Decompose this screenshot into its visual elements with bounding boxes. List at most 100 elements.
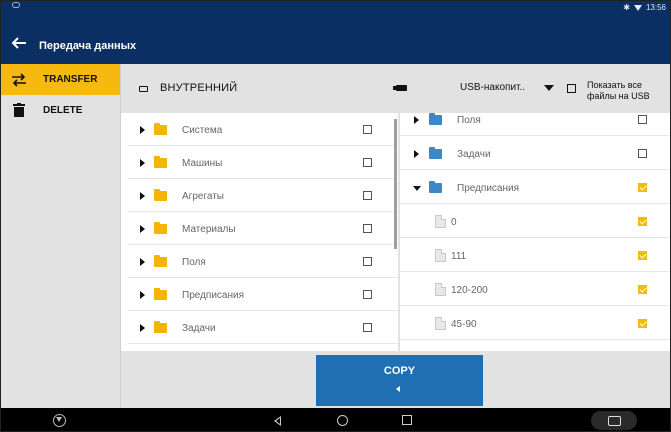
- usb-icon: [393, 85, 407, 91]
- folder-icon: [154, 255, 167, 267]
- usb-file-list[interactable]: Поля Задачи Предписания 0 111 120-200 45…: [400, 113, 669, 351]
- file-label: 0: [451, 217, 457, 228]
- folder-icon: [154, 222, 167, 234]
- back-arrow-icon[interactable]: [10, 35, 28, 51]
- show-all-checkbox[interactable]: [567, 84, 576, 93]
- row-checkbox[interactable]: [363, 323, 372, 332]
- dropdown-caret-icon[interactable]: [544, 85, 554, 91]
- row-checkbox[interactable]: [363, 125, 372, 134]
- expand-arrow-icon[interactable]: [140, 126, 145, 134]
- sidebar: TRANSFER DELETE: [1, 64, 121, 408]
- folder-icon: [429, 181, 442, 193]
- list-item[interactable]: Задачи: [400, 137, 669, 170]
- status-bar: ✱ 13:56: [1, 1, 670, 31]
- list-item[interactable]: Предписания: [400, 171, 669, 204]
- trash-icon: [10, 103, 28, 117]
- nav-back-icon[interactable]: [274, 416, 281, 426]
- list-item[interactable]: Задачи: [128, 311, 398, 344]
- row-checkbox[interactable]: [363, 191, 372, 200]
- expand-arrow-icon[interactable]: [140, 192, 145, 200]
- list-item[interactable]: Предписания: [128, 278, 398, 311]
- row-checkbox[interactable]: [638, 183, 647, 192]
- folder-icon: [154, 288, 167, 300]
- copy-direction-icon: [396, 386, 400, 392]
- folder-label: Агрегаты: [182, 191, 224, 202]
- folder-label: Система: [182, 125, 223, 136]
- scrollbar[interactable]: [394, 119, 397, 249]
- status-indicators: ✱ 13:56: [623, 3, 666, 12]
- list-item[interactable]: Поля: [400, 113, 669, 136]
- sidebar-item-transfer[interactable]: TRANSFER: [1, 64, 120, 95]
- row-checkbox[interactable]: [363, 224, 372, 233]
- list-item[interactable]: Машины: [128, 146, 398, 179]
- row-checkbox[interactable]: [363, 158, 372, 167]
- brand-logo-icon[interactable]: [53, 414, 66, 427]
- copy-button-label: COPY: [383, 365, 416, 377]
- folder-icon: [154, 189, 167, 201]
- folder-label: Поля: [457, 115, 481, 126]
- list-item[interactable]: 111: [400, 239, 669, 272]
- row-checkbox[interactable]: [638, 115, 647, 124]
- file-label: 45-90: [451, 319, 477, 330]
- expand-arrow-icon[interactable]: [140, 225, 145, 233]
- folder-icon: [429, 147, 442, 159]
- folder-label: Предписания: [457, 183, 520, 194]
- file-label: 120-200: [451, 285, 488, 296]
- nav-recent-apps-icon[interactable]: [402, 415, 412, 425]
- internal-storage-icon: [139, 86, 148, 92]
- expand-arrow-icon[interactable]: [140, 258, 145, 266]
- notification-icon: [12, 2, 20, 8]
- folder-icon: [154, 156, 167, 168]
- file-icon: [435, 249, 446, 262]
- usb-select[interactable]: USB-накопит..: [460, 82, 525, 93]
- folder-label: Машины: [182, 158, 223, 169]
- sidebar-item-label: TRANSFER: [43, 74, 98, 85]
- list-item[interactable]: Материалы: [128, 212, 398, 245]
- transfer-icon: [10, 72, 28, 87]
- expand-arrow-icon[interactable]: [140, 291, 145, 299]
- row-checkbox[interactable]: [638, 285, 647, 294]
- app-bar: Передача данных: [1, 31, 670, 64]
- expand-arrow-icon[interactable]: [140, 159, 145, 167]
- nav-home-icon[interactable]: [337, 415, 348, 426]
- wifi-icon: [633, 4, 642, 11]
- expand-arrow-icon[interactable]: [140, 324, 145, 332]
- sidebar-item-label: DELETE: [43, 104, 83, 116]
- expand-arrow-icon[interactable]: [414, 116, 419, 124]
- folder-label: Предписания: [182, 290, 245, 301]
- row-checkbox[interactable]: [363, 257, 372, 266]
- folder-icon: [429, 113, 442, 125]
- row-checkbox[interactable]: [638, 319, 647, 328]
- list-item[interactable]: 120-200: [400, 273, 669, 306]
- screenshot-camera-icon[interactable]: [591, 411, 637, 430]
- status-time: 13:56: [645, 3, 666, 12]
- row-checkbox[interactable]: [638, 149, 647, 158]
- row-checkbox[interactable]: [638, 251, 647, 260]
- bluetooth-icon: ✱: [623, 3, 630, 12]
- file-label: 111: [451, 251, 467, 262]
- folder-label: Задачи: [182, 323, 216, 334]
- show-all-label-line2: файлы на USB: [587, 91, 650, 101]
- row-checkbox[interactable]: [363, 290, 372, 299]
- file-icon: [435, 283, 446, 296]
- list-item[interactable]: 45-90: [400, 307, 669, 340]
- list-item[interactable]: Агрегаты: [128, 179, 398, 212]
- show-all-label[interactable]: Показать все файлы на USB: [587, 80, 650, 102]
- copy-button[interactable]: COPY: [316, 355, 483, 406]
- folder-icon: [154, 123, 167, 135]
- folder-label: Материалы: [182, 224, 236, 235]
- folder-label: Задачи: [457, 149, 491, 160]
- app-window: ✱ 13:56 Передача данных TRANSFER DELETE …: [0, 0, 671, 432]
- file-icon: [435, 215, 446, 228]
- file-icon: [435, 317, 446, 330]
- show-all-label-line1: Показать все: [587, 80, 642, 90]
- sidebar-item-delete[interactable]: DELETE: [1, 95, 120, 125]
- internal-storage-label: ВНУТРЕННИЙ: [160, 82, 238, 94]
- internal-file-list[interactable]: Система Машины Агрегаты Материалы Поля П…: [128, 113, 398, 351]
- collapse-arrow-icon[interactable]: [413, 186, 421, 191]
- expand-arrow-icon[interactable]: [414, 150, 419, 158]
- list-item[interactable]: Система: [128, 113, 398, 146]
- list-item[interactable]: 0: [400, 205, 669, 238]
- row-checkbox[interactable]: [638, 217, 647, 226]
- list-item[interactable]: Поля: [128, 245, 398, 278]
